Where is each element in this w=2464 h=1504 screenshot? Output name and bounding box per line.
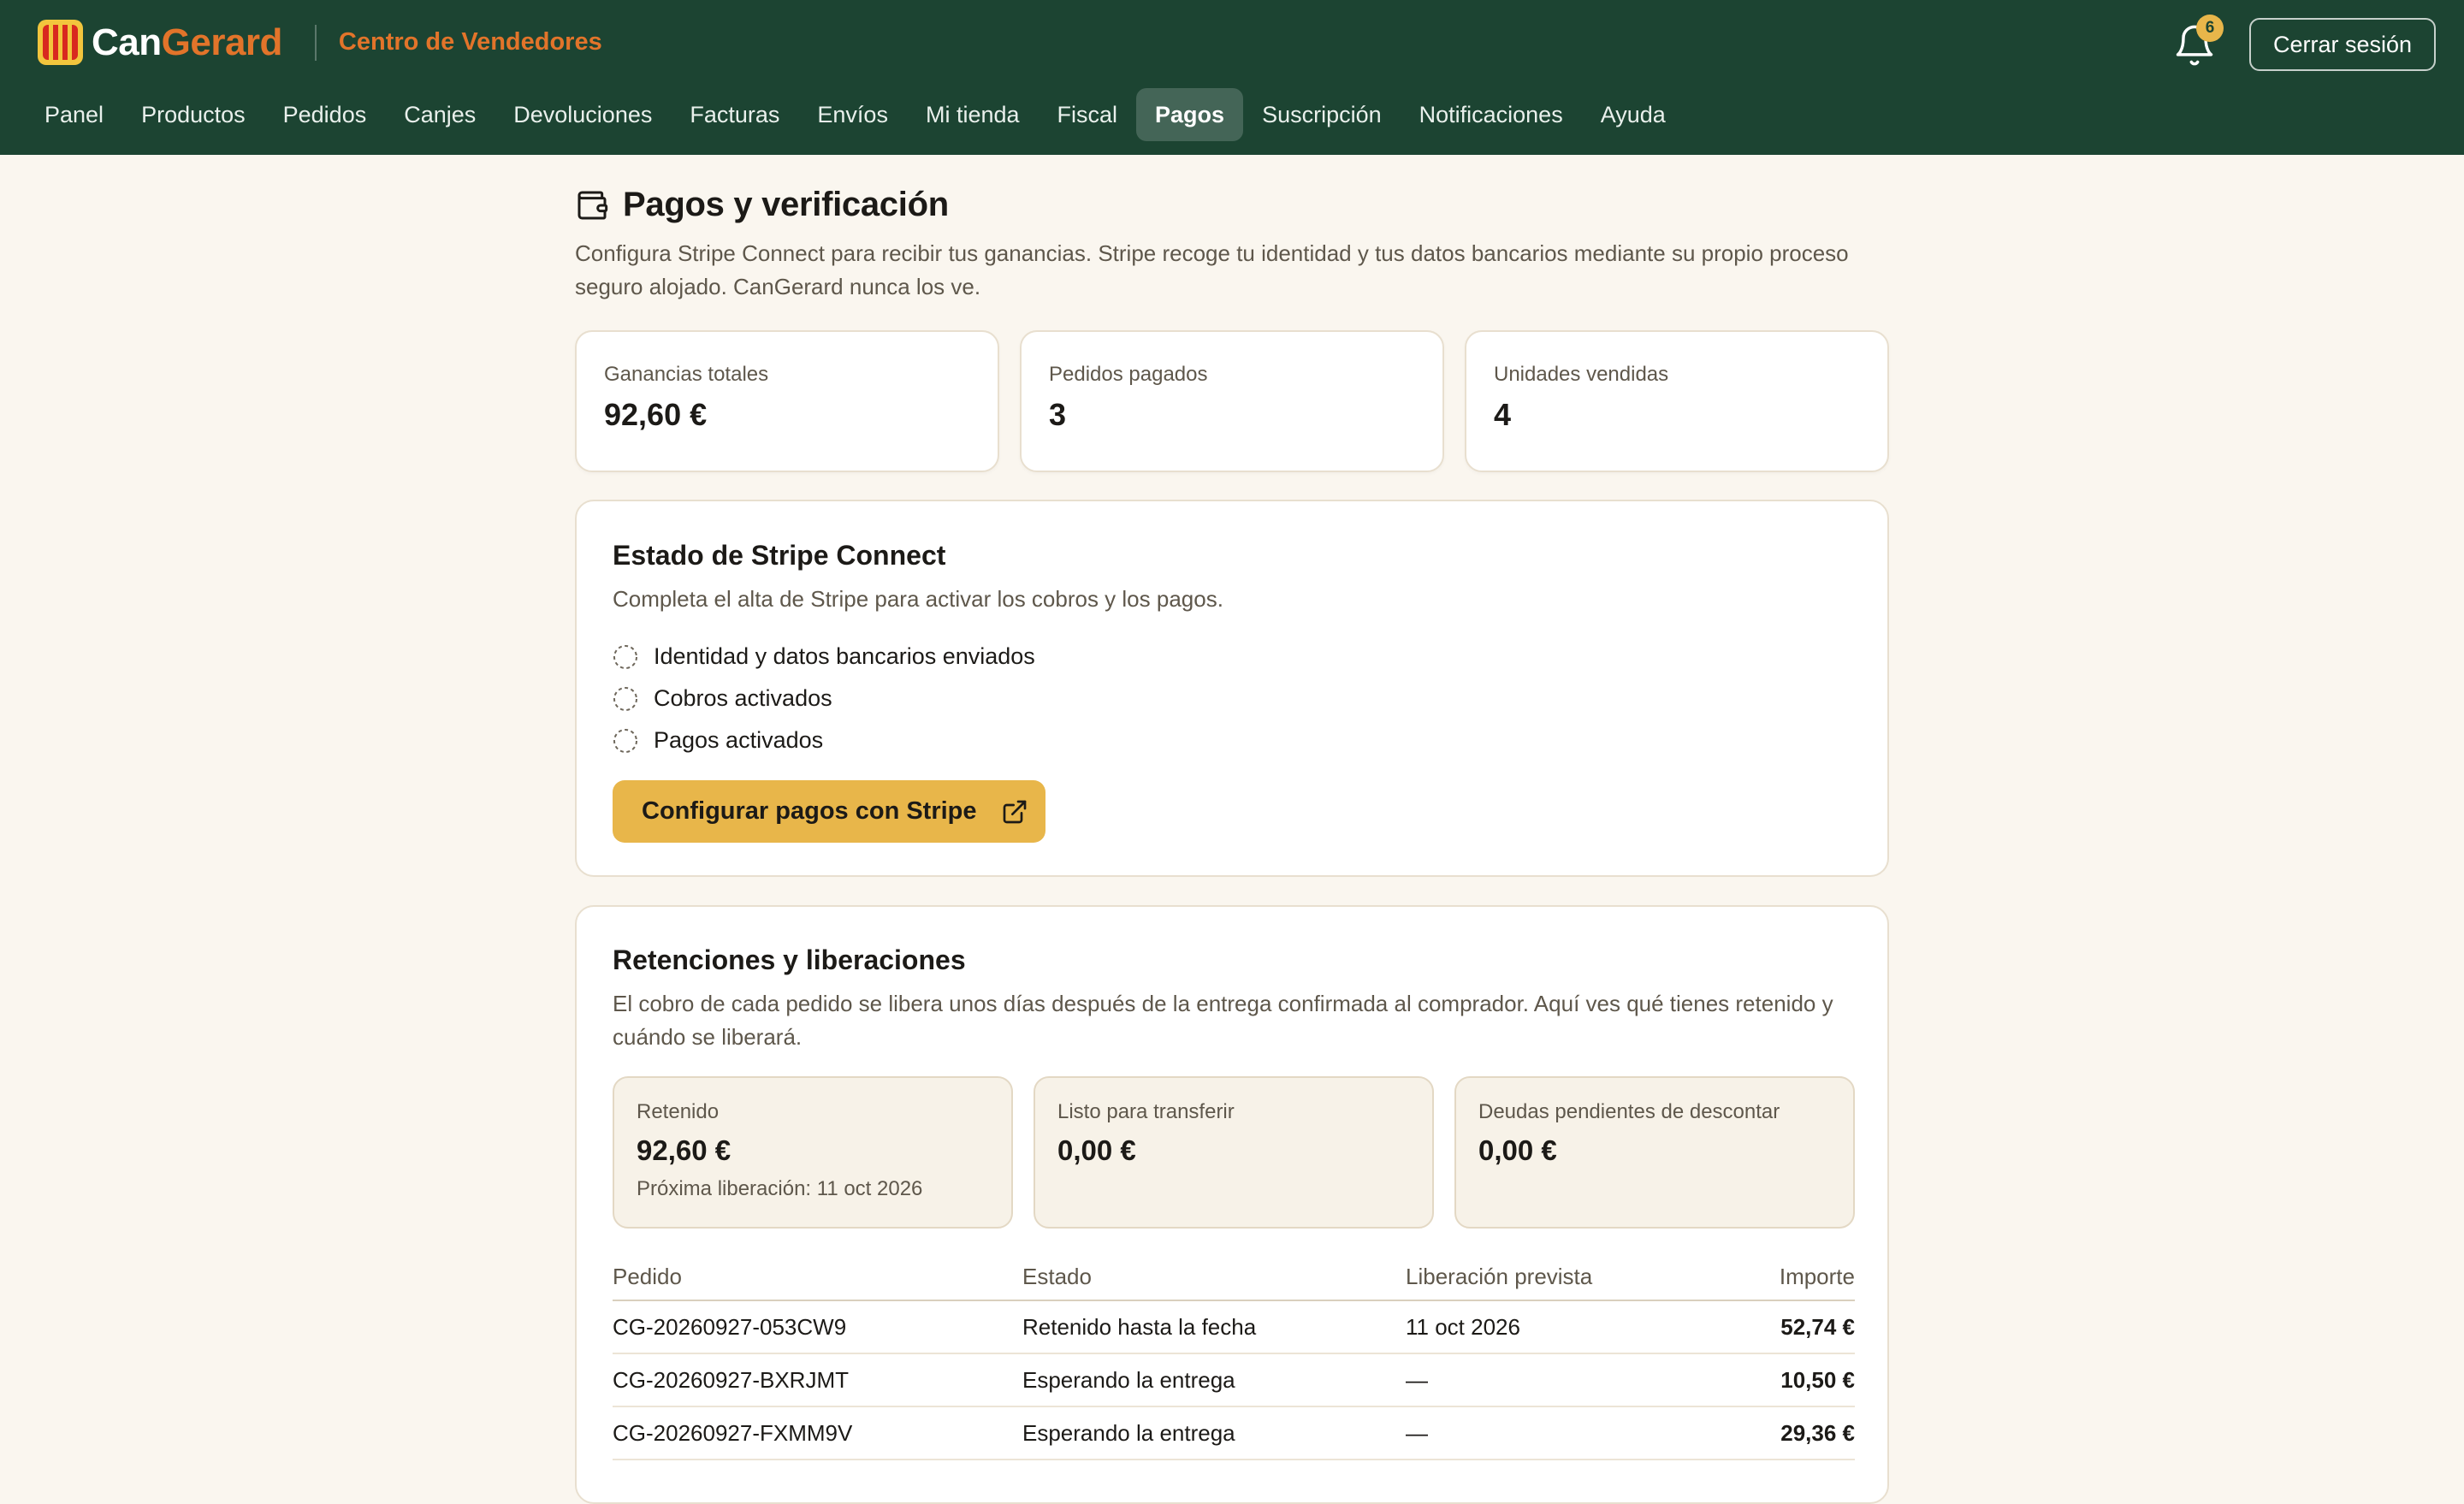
next-release-note: Próxima liberación: 11 oct 2026	[637, 1177, 923, 1200]
order-id: CG-20260927-BXRJMT	[613, 1366, 849, 1393]
nav-item-canjes[interactable]: Canjes	[385, 88, 495, 141]
table-row[interactable]: CG-20260927-053CW9 Retenido hasta la fec…	[613, 1301, 1855, 1354]
nav-item-devoluciones[interactable]: Devoluciones	[495, 88, 671, 141]
order-amount: 52,74 €	[1780, 1313, 1855, 1340]
order-status: Retenido hasta la fecha	[1022, 1313, 1257, 1340]
brand-name: Can Gerard	[92, 21, 283, 63]
release-date: 11 oct 2026	[1406, 1313, 1520, 1340]
pending-circle-icon	[613, 728, 637, 753]
stat-card-paid-orders: Pedidos pagados 3	[1020, 330, 1444, 472]
nav-item-ayuda[interactable]: Ayuda	[1582, 88, 1685, 141]
balance-card-held: Retenido 92,60 € Próxima liberación: 11 …	[613, 1076, 1013, 1229]
balance-label: Deudas pendientes de descontar	[1478, 1100, 1780, 1123]
main-nav: Panel Productos Pedidos Canjes Devoluciones F…	[26, 88, 1685, 141]
order-status: Esperando la entrega	[1022, 1419, 1235, 1446]
nav-item-notificaciones[interactable]: Notificaciones	[1401, 88, 1582, 141]
portal-name: Centro de Vendedores	[338, 28, 602, 56]
balance-label: Listo para transferir	[1057, 1100, 1235, 1123]
balance-card-debts: Deudas pendientes de descontar 0,00 €	[1454, 1076, 1855, 1229]
release-date: —	[1406, 1419, 1428, 1446]
stripe-status-panel: Estado de Stripe Connect Completa el alt…	[575, 500, 1889, 877]
nav-item-suscripción[interactable]: Suscripción	[1243, 88, 1401, 141]
table-row[interactable]: CG-20260927-BXRJMT Esperando la entrega …	[613, 1354, 1855, 1407]
wallet-icon	[578, 191, 608, 219]
nav-item-envíos[interactable]: Envíos	[798, 88, 907, 141]
stripe-panel-subtitle: Completa el alta de Stripe para activar …	[613, 586, 1223, 612]
pending-circle-icon	[613, 686, 637, 711]
top-header: Can Gerard Centro de Vendedores 6 Cerrar …	[0, 0, 2464, 155]
check-item-label: Identidad y datos bancarios enviados	[654, 643, 1035, 669]
configure-stripe-label: Configurar pagos con Stripe	[642, 797, 977, 825]
nav-item-fiscal[interactable]: Fiscal	[1039, 88, 1137, 141]
stat-value: 3	[1049, 397, 1067, 432]
column-header-release: Liberación prevista	[1406, 1264, 1593, 1289]
stat-label: Unidades vendidas	[1494, 363, 1669, 386]
nav-item-pedidos[interactable]: Pedidos	[264, 88, 386, 141]
release-date: —	[1406, 1366, 1428, 1393]
holds-panel-title: Retenciones y liberaciones	[613, 944, 966, 975]
check-item-identity: Identidad y datos bancarios enviados	[613, 636, 1035, 678]
balance-label: Retenido	[637, 1100, 720, 1123]
check-item-label: Pagos activados	[654, 727, 824, 753]
column-header-amount: Importe	[1779, 1264, 1855, 1289]
nav-item-facturas[interactable]: Facturas	[671, 88, 798, 141]
order-id: CG-20260927-053CW9	[613, 1313, 847, 1340]
holds-panel: Retenciones y liberaciones El cobro de c…	[575, 905, 1889, 1504]
column-header-order: Pedido	[613, 1264, 682, 1289]
brand-part-gerard: Gerard	[161, 21, 283, 63]
order-status: Esperando la entrega	[1022, 1366, 1235, 1393]
stripe-panel-title: Estado de Stripe Connect	[613, 540, 946, 571]
page-header: Pagos y verificación	[575, 186, 949, 224]
nav-item-panel[interactable]: Panel	[26, 88, 122, 141]
order-amount: 10,50 €	[1780, 1366, 1855, 1393]
check-item-payouts: Pagos activados	[613, 719, 1035, 761]
stripe-checklist: Identidad y datos bancarios enviados Cob…	[613, 636, 1035, 761]
brand-part-can: Can	[92, 21, 162, 63]
nav-item-mi-tienda[interactable]: Mi tienda	[907, 88, 1039, 141]
external-link-icon	[1003, 800, 1026, 823]
nav-item-pagos[interactable]: Pagos	[1136, 88, 1244, 141]
stat-label: Pedidos pagados	[1049, 363, 1208, 386]
check-item-charges: Cobros activados	[613, 678, 1035, 719]
nav-item-productos[interactable]: Productos	[122, 88, 264, 141]
brand-divider	[314, 24, 317, 61]
check-item-label: Cobros activados	[654, 685, 832, 711]
logo[interactable]: Can Gerard Centro de Vendedores	[38, 20, 602, 65]
order-id: CG-20260927-FXMM9V	[613, 1419, 853, 1446]
column-header-status: Estado	[1022, 1264, 1092, 1289]
stat-value: 92,60 €	[604, 397, 708, 432]
logo-icon	[38, 20, 83, 65]
stat-card-units-sold: Unidades vendidas 4	[1465, 330, 1889, 472]
holds-panel-subtitle: El cobro de cada pedido se libera unos d…	[613, 991, 1833, 1050]
stat-card-earnings: Ganancias totales 92,60 €	[575, 330, 999, 472]
holds-table: Pedido Estado Liberación prevista Import…	[613, 1254, 1855, 1460]
stat-label: Ganancias totales	[604, 363, 769, 386]
notification-count-badge: 6	[2196, 15, 2224, 42]
stat-value: 4	[1494, 397, 1512, 432]
balance-value: 92,60 €	[637, 1134, 732, 1166]
configure-stripe-button[interactable]: Configurar pagos con Stripe	[613, 780, 1045, 843]
balance-value: 0,00 €	[1057, 1134, 1136, 1166]
page-title: Pagos y verificación	[623, 186, 949, 223]
logout-button[interactable]: Cerrar sesión	[2249, 18, 2436, 71]
balance-value: 0,00 €	[1478, 1134, 1557, 1166]
table-row[interactable]: CG-20260927-FXMM9V Esperando la entrega …	[613, 1407, 1855, 1460]
table-header: Pedido Estado Liberación prevista Import…	[613, 1254, 1855, 1301]
order-amount: 29,36 €	[1780, 1419, 1855, 1446]
pending-circle-icon	[613, 644, 637, 669]
page-description: Configura Stripe Connect para recibir tu…	[575, 240, 1849, 299]
balance-card-ready: Listo para transferir 0,00 €	[1034, 1076, 1434, 1229]
